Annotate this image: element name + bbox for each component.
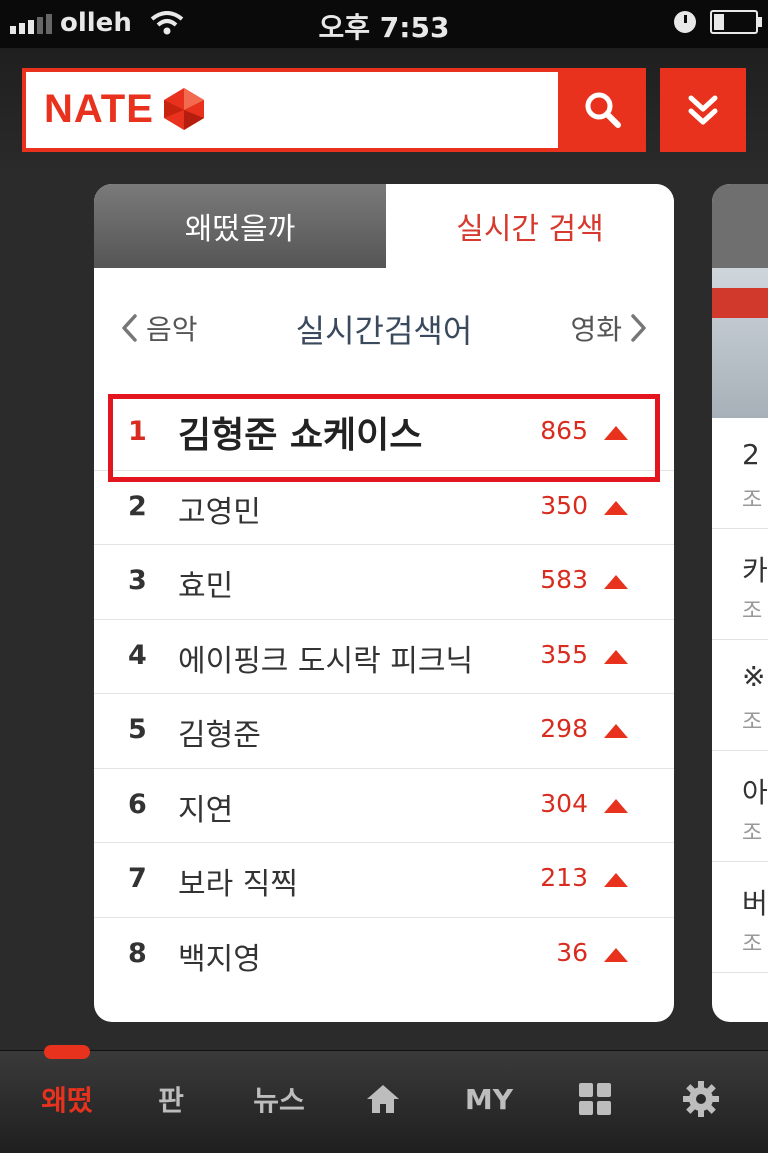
rank-count: 355 bbox=[540, 639, 588, 669]
rank-up-icon bbox=[604, 575, 628, 589]
home-icon bbox=[367, 1085, 399, 1113]
battery-icon bbox=[710, 10, 762, 34]
ranking-row[interactable]: 2 고영민 350 bbox=[94, 471, 674, 545]
list-item: ※ 조 bbox=[712, 640, 768, 751]
rank-up-icon bbox=[604, 724, 628, 738]
next-card-preview[interactable]: 2조 카조 ※ 조 아조 버조 bbox=[712, 184, 768, 1022]
ranking-row[interactable]: 6 지연 304 bbox=[94, 769, 674, 843]
rank-number: 5 bbox=[128, 714, 147, 745]
nate-logo: NATE bbox=[44, 86, 206, 132]
rank-keyword: 김형준 쇼케이스 bbox=[178, 415, 423, 456]
search-button[interactable] bbox=[560, 68, 646, 152]
tab-grid[interactable] bbox=[550, 1077, 640, 1121]
ranking-row[interactable]: 1 김형준 쇼케이스 865 bbox=[94, 396, 674, 471]
rank-up-icon bbox=[604, 873, 628, 887]
category-nav: 음악 실시간검색어 영화 bbox=[94, 294, 674, 364]
bottom-tab-bar: 왜떴 판 뉴스 MY bbox=[0, 1045, 768, 1153]
tab-why-trending-nav[interactable]: 왜떴 bbox=[22, 1077, 112, 1121]
tab-news[interactable]: 뉴스 bbox=[234, 1077, 324, 1121]
ranking-row[interactable]: 4 에이핑크 도시락 피크닉 355 bbox=[94, 620, 674, 694]
status-bar: olleh 오후 7:53 bbox=[0, 0, 768, 48]
rank-number: 7 bbox=[128, 863, 147, 894]
preview-image bbox=[712, 268, 768, 418]
card-tabs: 왜떴을까 실시간 검색 bbox=[94, 184, 674, 268]
active-tab-indicator bbox=[44, 1045, 90, 1059]
menu-expand-button[interactable] bbox=[660, 68, 746, 152]
rank-number: 4 bbox=[128, 639, 147, 671]
gear-icon bbox=[683, 1081, 719, 1117]
realtime-search-card: 왜떴을까 실시간 검색 음악 실시간검색어 영화 1 김형준 쇼케이스 8 6 5 … bbox=[94, 184, 674, 1022]
rank-keyword: 백지영 bbox=[178, 941, 261, 977]
rank-count: 36 bbox=[556, 937, 588, 967]
rank-number: 8 bbox=[128, 937, 147, 969]
logo-text: NATE bbox=[44, 86, 154, 131]
rank-number: 1 bbox=[128, 416, 147, 447]
rank-number: 2 bbox=[128, 490, 147, 522]
list-item: 아조 bbox=[712, 751, 768, 862]
search-icon bbox=[585, 92, 621, 128]
tab-realtime-search[interactable]: 실시간 검색 bbox=[386, 184, 674, 268]
app-header: NATE bbox=[0, 48, 768, 168]
rank-keyword: 고영민 bbox=[178, 494, 261, 530]
ranking-list: 1 김형준 쇼케이스 865 2 고영민 350 3 효민 583 4 에이핑크… bbox=[94, 396, 674, 992]
tab-settings[interactable] bbox=[656, 1077, 746, 1121]
alarm-clock-icon bbox=[674, 11, 696, 33]
rank-count: 350 bbox=[540, 490, 588, 520]
rank-up-icon bbox=[604, 798, 628, 813]
rank-up-icon bbox=[604, 500, 628, 515]
rank-keyword: 보라 직찍 bbox=[178, 867, 298, 902]
ranking-row[interactable]: 5 김형준 298 bbox=[94, 694, 674, 769]
chevron-right-icon bbox=[631, 314, 646, 342]
rank-up-icon bbox=[604, 649, 628, 664]
rank-keyword: 지연 bbox=[178, 792, 234, 828]
grid-icon bbox=[579, 1083, 611, 1115]
status-time: 오후 7:53 bbox=[318, 11, 450, 44]
list-item: 버조 bbox=[712, 862, 768, 973]
tab-pan[interactable]: 판 bbox=[126, 1077, 216, 1121]
rank-keyword: 에이핑크 도시락 피크닉 bbox=[178, 643, 474, 679]
ranking-row[interactable]: 8 백지영 36 bbox=[94, 918, 674, 993]
ranking-row[interactable]: 7 보라 직찍 213 bbox=[94, 843, 674, 918]
rank-count: 865 bbox=[540, 416, 588, 445]
rank-count: 213 bbox=[540, 863, 588, 892]
rank-up-icon bbox=[604, 426, 628, 440]
logo-diamond-icon bbox=[163, 88, 204, 130]
next-category-button[interactable]: 영화 bbox=[570, 308, 648, 348]
next-category-label: 영화 bbox=[570, 313, 622, 346]
rank-count: 298 bbox=[540, 714, 588, 743]
rank-count: 304 bbox=[540, 788, 588, 818]
rank-number: 6 bbox=[128, 788, 147, 820]
ranking-row[interactable]: 3 효민 583 bbox=[94, 545, 674, 620]
list-item: 2조 bbox=[712, 418, 768, 529]
tab-home[interactable] bbox=[338, 1077, 428, 1121]
rank-keyword: 김형준 bbox=[178, 718, 261, 753]
tab-why-trending[interactable]: 왜떴을까 bbox=[94, 184, 386, 268]
double-chevron-down-icon bbox=[688, 95, 718, 125]
search-input[interactable]: NATE bbox=[22, 68, 562, 152]
list-item: 카조 bbox=[712, 529, 768, 640]
rank-up-icon bbox=[604, 947, 628, 962]
rank-keyword: 효민 bbox=[178, 569, 234, 604]
rank-count: 583 bbox=[540, 565, 588, 594]
rank-number: 3 bbox=[128, 565, 147, 596]
tab-my[interactable]: MY bbox=[444, 1077, 534, 1121]
